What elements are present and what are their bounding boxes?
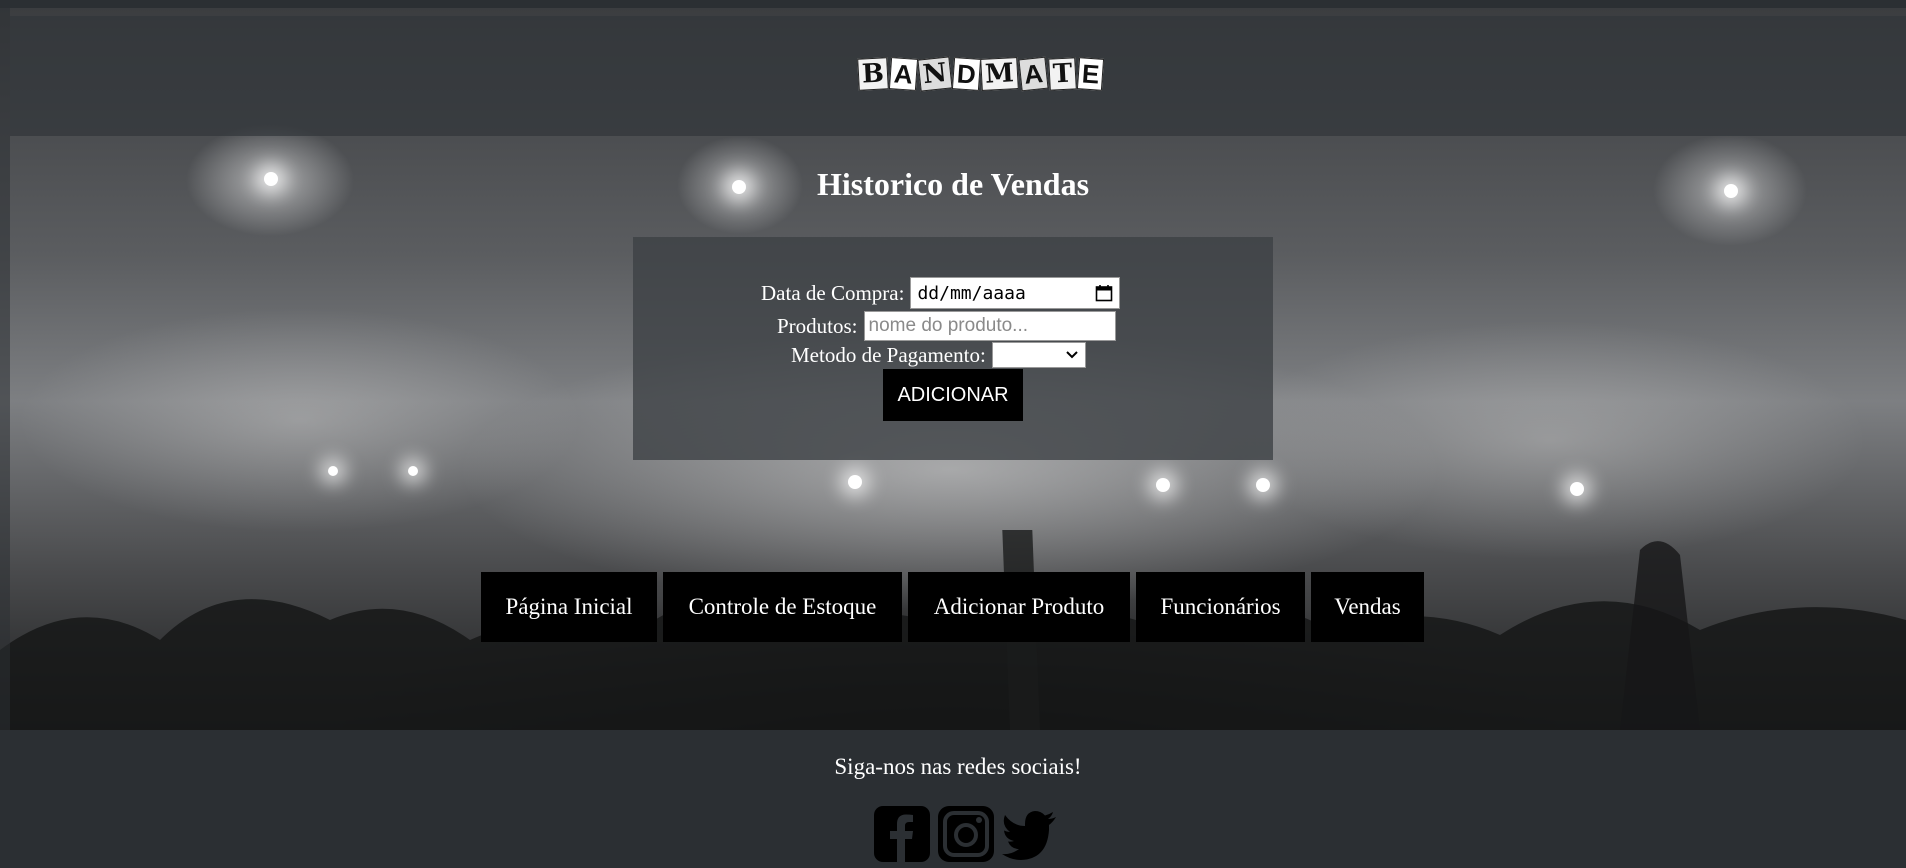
- site-footer: Siga-nos nas redes sociais!: [10, 730, 1906, 868]
- twitter-icon[interactable]: [1001, 805, 1059, 863]
- products-label: Produtos:: [777, 313, 858, 338]
- bandmate-logo[interactable]: B A N D M A T E: [857, 52, 1105, 96]
- date-placeholder: dd/mm/aaaa: [917, 282, 1026, 304]
- product-name-input[interactable]: [863, 311, 1116, 341]
- stage-light: [1156, 478, 1170, 492]
- logo-letter: D: [951, 57, 981, 91]
- page-title: Historico de Vendas: [816, 166, 1090, 202]
- page: B A N D M A T E Historico de Vendas Data…: [0, 0, 1906, 868]
- stage-light: [1570, 482, 1584, 496]
- logo-letter: M: [980, 57, 1019, 91]
- logo-letter: T: [1048, 57, 1078, 91]
- logo-letter: B: [857, 57, 889, 91]
- stage-light: [408, 466, 418, 476]
- logo-letter: A: [888, 57, 918, 91]
- add-sale-button[interactable]: ADICIONAR: [883, 369, 1023, 421]
- facebook-icon[interactable]: [873, 805, 931, 863]
- payment-method-select[interactable]: [991, 342, 1086, 368]
- payment-row: Metodo de Pagamento:: [791, 342, 1086, 368]
- payment-label: Metodo de Pagamento:: [791, 342, 986, 367]
- products-row: Produtos:: [777, 311, 1116, 341]
- nav-item-add-product[interactable]: Adicionar Produto: [908, 572, 1130, 642]
- nav-item-sales[interactable]: Vendas: [1311, 572, 1424, 642]
- nav-item-home[interactable]: Página Inicial: [481, 572, 657, 642]
- social-links: [873, 805, 1059, 863]
- nav-item-stock-control[interactable]: Controle de Estoque: [663, 572, 902, 642]
- chevron-down-icon: [1066, 351, 1078, 359]
- logo-letter: E: [1077, 57, 1105, 91]
- purchase-date-input[interactable]: dd/mm/aaaa: [910, 277, 1121, 309]
- logo-letter: N: [917, 56, 953, 92]
- nav-item-employees[interactable]: Funcionários: [1136, 572, 1305, 642]
- logo-letter: A: [1018, 56, 1049, 92]
- instagram-icon[interactable]: [937, 805, 995, 863]
- social-prompt: Siga-nos nas redes sociais!: [834, 754, 1082, 779]
- main-nav: Página Inicial Controle de Estoque Adici…: [481, 572, 1424, 642]
- date-row: Data de Compra: dd/mm/aaaa: [761, 277, 1121, 309]
- stage-light: [1256, 478, 1270, 492]
- calendar-icon[interactable]: [1095, 284, 1113, 302]
- sales-form: Data de Compra: dd/mm/aaaa Produtos: Met…: [633, 237, 1273, 460]
- date-label: Data de Compra:: [761, 280, 905, 305]
- stage-light: [848, 475, 862, 489]
- stage-light: [328, 466, 338, 476]
- left-strip: [0, 0, 10, 868]
- top-strip: [0, 0, 1906, 8]
